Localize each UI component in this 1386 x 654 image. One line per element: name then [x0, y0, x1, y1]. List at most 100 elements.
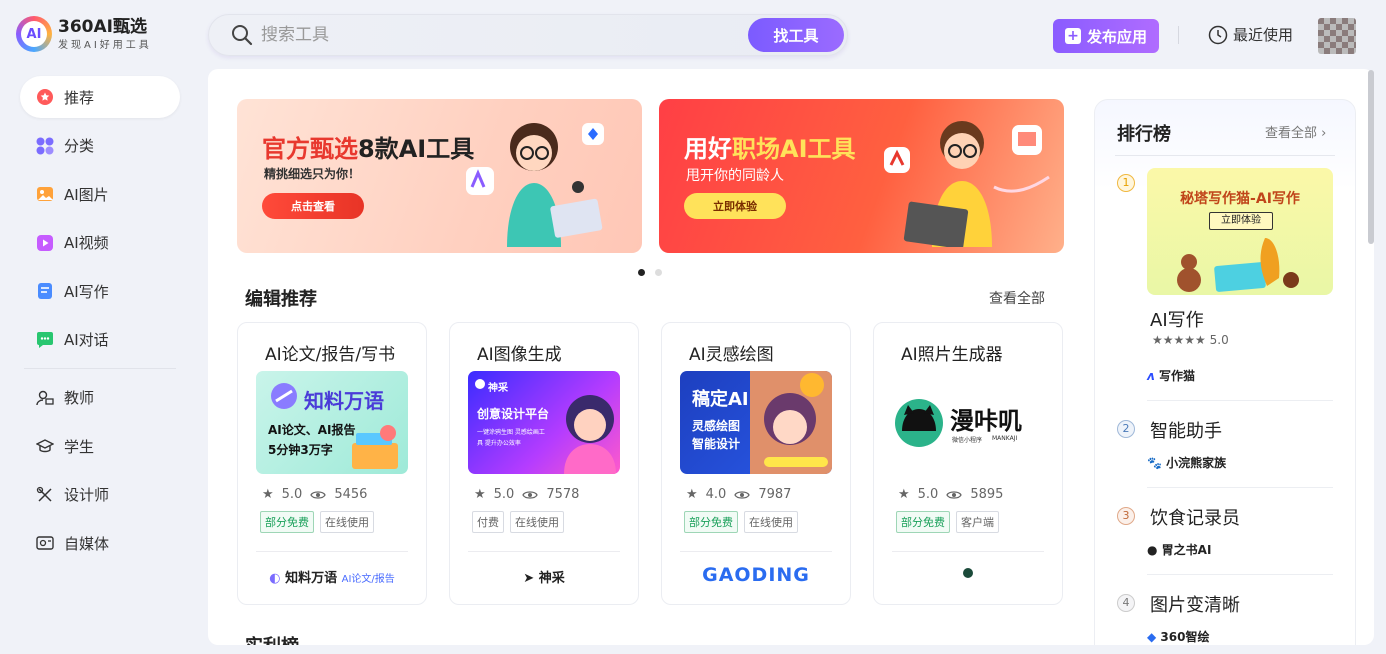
star-rating-icons: ★★★★★	[1152, 333, 1206, 347]
sidebar-item-label: AI图片	[64, 185, 109, 204]
card-brand: ➤ 神采	[450, 567, 638, 586]
banner-view-button[interactable]: 点击查看	[262, 193, 364, 219]
recent-label: 最近使用	[1233, 26, 1294, 44]
brand-mark-icon	[963, 568, 973, 578]
sidebar-item-student[interactable]: 学生	[20, 425, 180, 467]
ranking-featured-thumbnail[interactable]: 秘塔写作猫-AI写作 立即体验	[1147, 168, 1333, 295]
banner-try-button[interactable]: 立即体验	[684, 193, 786, 219]
scrollbar-thumb[interactable]	[1368, 70, 1374, 244]
sidebar-item-label: AI对话	[64, 331, 109, 350]
carousel-dot[interactable]	[655, 269, 662, 276]
banner-subtitle: 甩开你的同龄人	[686, 168, 784, 184]
brand-logo[interactable]: AI 360AI甄选 发现AI好用工具	[16, 16, 152, 52]
card-stats: ★ 5.0 7578	[474, 487, 579, 502]
search-bar: 找工具	[208, 14, 848, 56]
next-section-title: 实利榜	[245, 632, 299, 645]
tool-card[interactable]: AI图像生成 神采 创意设计平台 一键涂鸦生图 灵感绘画工具 提升办公效率 ★ 5…	[449, 322, 639, 605]
banner-workplace-ai[interactable]: 用好职场AI工具 甩开你的同龄人 立即体验	[659, 99, 1064, 253]
card-brand-name: GAODING	[702, 564, 810, 586]
banner-character-illustration	[466, 123, 604, 247]
search-input[interactable]	[261, 21, 731, 49]
banner-subtitle: 精挑细选只为你！	[264, 167, 361, 181]
user-avatar[interactable]	[1318, 18, 1356, 54]
banner-official-picks[interactable]: 官方甄选8款AI工具 精挑细选只为你！ 点击查看	[237, 99, 642, 253]
banner-title-highlight: 8款AI工具	[358, 135, 475, 163]
brand-name: 360AI甄选	[58, 16, 147, 37]
card-views: 5895	[970, 487, 1004, 502]
ranking-brand-name: 胃之书AI	[1161, 543, 1212, 557]
publish-app-button[interactable]: + 发布应用	[1053, 19, 1159, 53]
ranking-item-name[interactable]: 图片变清晰	[1150, 591, 1240, 617]
sidebar-item-recommend[interactable]: 推荐	[20, 76, 180, 118]
ranking-brand: ʌ 写作猫	[1147, 367, 1195, 384]
star-icon: ★	[474, 487, 486, 502]
brand-mark-icon: ➤	[523, 571, 535, 586]
sidebar-divider	[24, 367, 176, 369]
ranking-panel: 排行榜 查看全部 › 1 秘塔写作猫-AI写作 立即体验 AI写作 ★★★★★ …	[1094, 99, 1356, 645]
sidebar-item-ai-image[interactable]: AI图片	[20, 173, 180, 215]
writing-cat-illustration	[1177, 238, 1299, 292]
card-thumb-line: 智能设计	[692, 437, 741, 451]
star-icon	[36, 88, 54, 106]
carousel-dot[interactable]	[638, 269, 645, 276]
brand-mark-icon: ●	[1147, 543, 1158, 557]
document-icon	[36, 282, 54, 300]
card-thumb-title: 创意设计平台	[477, 407, 550, 421]
sidebar-item-teacher[interactable]: 教师	[20, 377, 180, 419]
eye-icon	[522, 490, 539, 499]
card-rating: 5.0	[281, 487, 303, 502]
card-category: AI论文/报告/写书	[265, 345, 396, 365]
ranking-rating-value: 5.0	[1209, 333, 1229, 347]
ranking-item-name[interactable]: AI写作	[1150, 306, 1204, 332]
editor-picks-view-all[interactable]: 查看全部	[989, 288, 1045, 308]
sidebar-item-label: 分类	[64, 137, 95, 156]
banner-title-part: 官方甄选	[262, 135, 358, 163]
card-thumbnail: 知料万语 AI论文、AI报告 5分钟3万字	[256, 371, 408, 474]
graduation-cap-icon	[36, 437, 54, 455]
clock-icon	[1208, 25, 1228, 44]
rank-badge: 2	[1117, 420, 1135, 438]
ranking-item-name[interactable]: 饮食记录员	[1150, 504, 1240, 530]
carousel-indicators	[638, 269, 662, 276]
banner-character-illustration	[884, 121, 1050, 247]
star-icon: ★	[898, 487, 910, 502]
tool-card[interactable]: AI论文/报告/写书 知料万语 AI论文、AI报告 5分钟3万字 ★ 5.0 54…	[237, 322, 427, 605]
brand-tagline: 发现AI好用工具	[58, 39, 152, 51]
sidebar-item-ai-video[interactable]: AI视频	[20, 222, 180, 264]
card-brand-name: 神采	[538, 571, 565, 586]
card-thumb-title: 稿定AI	[692, 389, 749, 410]
star-icon: ★	[686, 487, 698, 502]
ranking-item-name[interactable]: 智能助手	[1150, 417, 1222, 443]
brand-badge-icon: AI	[16, 16, 52, 52]
sidebar-item-ai-writing[interactable]: AI写作	[20, 270, 180, 312]
sidebar-item-designer[interactable]: 设计师	[20, 474, 180, 516]
raccoon-logo-icon: 🐾	[1147, 456, 1162, 470]
card-tags: 付费 在线使用	[472, 511, 564, 533]
search-button[interactable]: 找工具	[748, 18, 844, 52]
tool-card[interactable]: AI灵感绘图 稿定AI 灵感绘图 智能设计 ★ 4.0 7987 部分免费 在线使…	[661, 322, 851, 605]
card-brand	[874, 567, 1062, 582]
card-thumb-title: 漫咔叽	[950, 407, 1022, 435]
card-thumb-line: AI论文、AI报告	[268, 423, 356, 437]
card-category: AI照片生成器	[901, 345, 1003, 365]
ranking-view-all[interactable]: 查看全部 ›	[1265, 122, 1326, 141]
tag-pricing: 部分免费	[896, 511, 950, 533]
teacher-icon	[36, 389, 54, 407]
ranking-divider	[1115, 155, 1335, 156]
eye-icon	[310, 490, 327, 499]
sidebar-item-ai-chat[interactable]: AI对话	[20, 319, 180, 361]
tool-card[interactable]: AI照片生成器 漫咔叽 微信小程序 MANKAJI ★ 5.0 5895 部分免费…	[873, 322, 1063, 605]
sidebar-item-label: 学生	[64, 437, 95, 456]
ranking-view-all-label: 查看全部	[1265, 126, 1318, 141]
sidebar-item-label: AI视频	[64, 234, 109, 253]
sidebar-item-label: 教师	[64, 389, 95, 408]
ranking-divider	[1147, 574, 1333, 575]
tag-pricing: 部分免费	[684, 511, 738, 533]
card-stats: ★ 5.0 5895	[898, 487, 1003, 502]
card-thumb-title: 知料万语	[304, 389, 384, 413]
sidebar-item-category[interactable]: 分类	[20, 125, 180, 167]
sidebar-item-media[interactable]: 自媒体	[20, 522, 180, 564]
tag-pricing: 付费	[472, 511, 504, 533]
recent-used-button[interactable]: 最近使用	[1208, 24, 1293, 45]
card-rating: 5.0	[493, 487, 515, 502]
